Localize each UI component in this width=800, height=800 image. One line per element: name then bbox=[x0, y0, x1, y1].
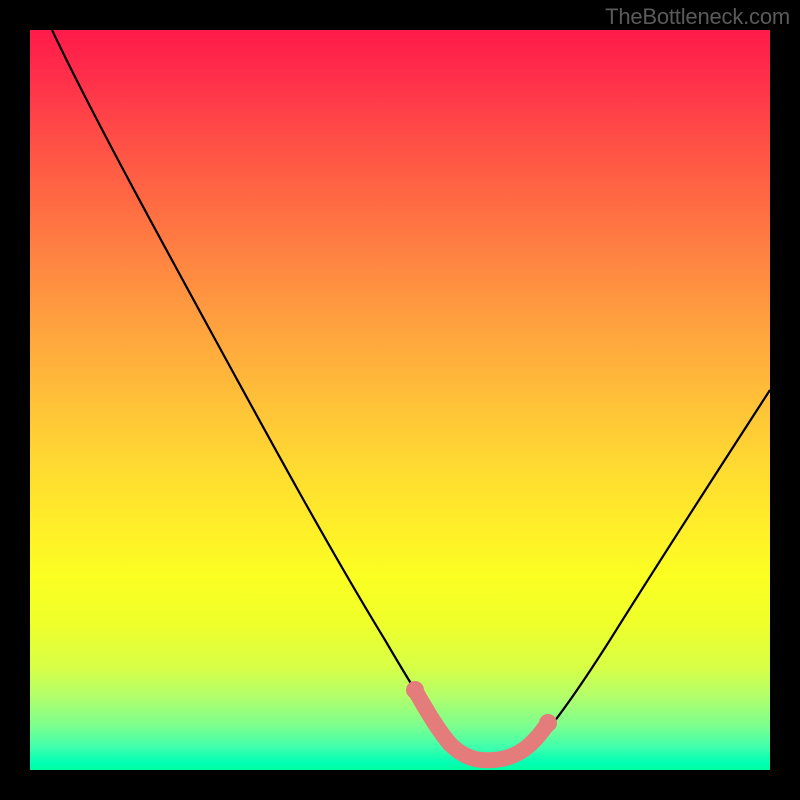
chart-container: TheBottleneck.com bbox=[0, 0, 800, 800]
bottleneck-curve-path bbox=[52, 30, 770, 760]
highlight-band-path bbox=[415, 690, 548, 760]
bottleneck-curve-svg bbox=[30, 30, 770, 770]
highlight-dot-left bbox=[406, 681, 424, 699]
watermark-text: TheBottleneck.com bbox=[605, 4, 790, 30]
highlight-dot-right bbox=[539, 714, 557, 732]
